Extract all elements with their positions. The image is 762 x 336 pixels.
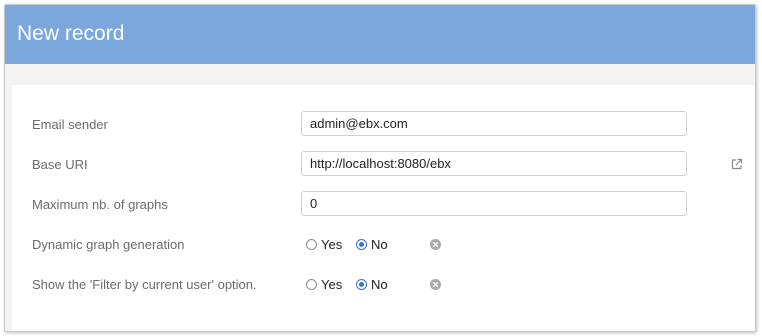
- filter-current-user-yes-option[interactable]: Yes: [306, 275, 342, 293]
- filter-current-user-no-radio[interactable]: [356, 278, 367, 290]
- external-link-icon[interactable]: [730, 157, 744, 171]
- form-panel: Email sender Base URI Maximum nb. of gra…: [12, 85, 755, 331]
- max-graphs-row: Maximum nb. of graphs: [12, 190, 755, 220]
- email-sender-input[interactable]: [301, 111, 687, 136]
- base-uri-row: Base URI: [12, 150, 755, 180]
- dialog-title: New record: [17, 22, 125, 45]
- email-sender-label: Email sender: [32, 117, 108, 132]
- base-uri-label: Base URI: [32, 157, 88, 172]
- filter-current-user-row: Show the 'Filter by current user' option…: [12, 270, 755, 300]
- dynamic-graph-clear-icon[interactable]: [430, 239, 441, 250]
- email-sender-row: Email sender: [12, 110, 755, 140]
- dynamic-graph-label: Dynamic graph generation: [32, 237, 185, 252]
- dynamic-graph-yes-option[interactable]: Yes: [306, 235, 342, 253]
- dynamic-graph-no-label: No: [371, 236, 388, 252]
- base-uri-input[interactable]: [301, 151, 687, 176]
- filter-current-user-clear-icon[interactable]: [430, 279, 441, 290]
- dialog-header: New record: [5, 5, 755, 64]
- filter-current-user-yes-label: Yes: [321, 276, 343, 292]
- dynamic-graph-yes-radio[interactable]: [306, 238, 317, 250]
- filter-current-user-label: Show the 'Filter by current user' option…: [32, 277, 257, 292]
- max-graphs-input[interactable]: [301, 191, 687, 216]
- max-graphs-label: Maximum nb. of graphs: [32, 197, 168, 212]
- dynamic-graph-no-option[interactable]: No: [356, 235, 388, 253]
- new-record-dialog: New record Email sender Base URI Maximum…: [4, 4, 756, 332]
- dynamic-graph-row: Dynamic graph generation Yes No: [12, 230, 755, 260]
- filter-current-user-no-option[interactable]: No: [356, 275, 388, 293]
- dynamic-graph-no-radio[interactable]: [356, 238, 367, 250]
- filter-current-user-yes-radio[interactable]: [306, 278, 317, 290]
- dynamic-graph-yes-label: Yes: [321, 236, 343, 252]
- filter-current-user-no-label: No: [371, 276, 388, 292]
